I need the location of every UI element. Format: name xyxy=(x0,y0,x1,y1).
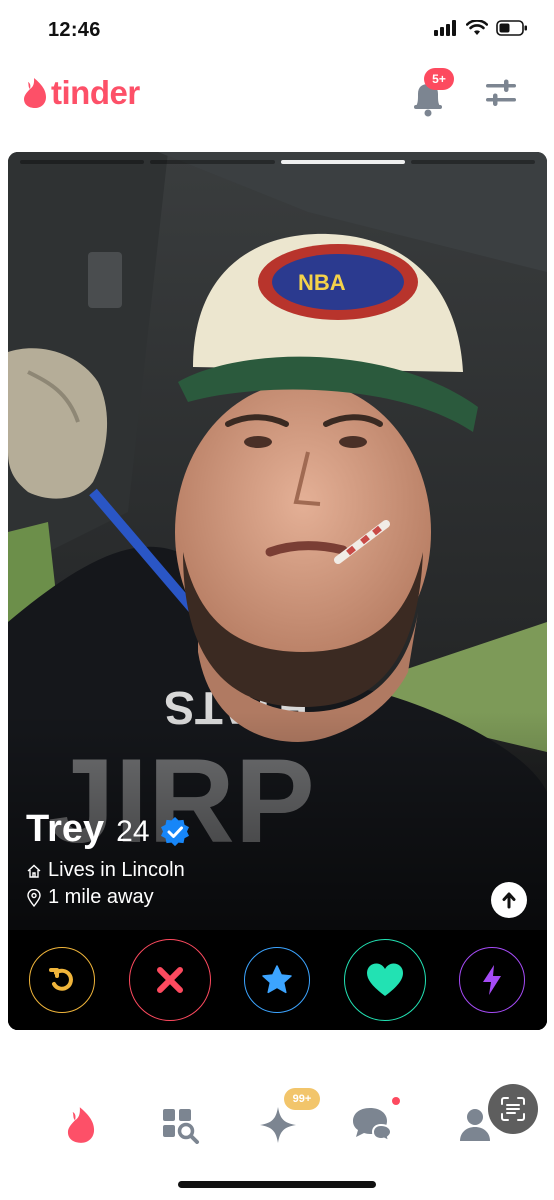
arrow-up-icon xyxy=(502,892,516,909)
app-header: tinder 5+ xyxy=(0,62,554,142)
profile-card[interactable]: ETATS JIRP NBA Trey 24 xyxy=(8,152,547,1030)
verified-badge-icon xyxy=(160,816,189,846)
photo-progress-segment xyxy=(150,160,275,164)
notification-badge: 5+ xyxy=(424,68,454,90)
photo-progress-segment xyxy=(410,160,535,164)
photo-progress xyxy=(20,160,535,164)
tab-home[interactable] xyxy=(56,1100,106,1150)
profile-name: Trey xyxy=(26,808,105,850)
distance-row: 1 mile away xyxy=(26,886,526,909)
nope-button[interactable] xyxy=(129,939,211,1021)
explore-grid-icon xyxy=(163,1109,199,1144)
scan-text-button[interactable] xyxy=(488,1084,538,1134)
flame-icon xyxy=(67,1107,95,1143)
battery-icon xyxy=(496,20,527,36)
lives-in-row: Lives in Lincoln xyxy=(26,859,526,882)
home-indicator xyxy=(178,1181,376,1188)
name-row: Trey 24 xyxy=(26,808,526,851)
like-button[interactable] xyxy=(344,939,426,1021)
svg-text:NBA: NBA xyxy=(298,270,346,295)
house-icon xyxy=(26,863,42,879)
profile-icon xyxy=(460,1109,490,1141)
signal-icon xyxy=(434,20,456,36)
boost-button[interactable] xyxy=(459,947,525,1013)
wifi-icon xyxy=(466,20,488,35)
photo-progress-segment xyxy=(20,160,145,164)
action-bar xyxy=(8,930,547,1030)
status-bar: 12:46 xyxy=(0,0,554,62)
photo-progress-segment-active xyxy=(280,160,405,164)
filter-icon xyxy=(486,79,516,106)
star-icon xyxy=(262,965,292,994)
flame-icon xyxy=(24,78,46,108)
tab-messages[interactable] xyxy=(349,1100,399,1150)
open-profile-button[interactable] xyxy=(491,882,527,918)
lightning-icon xyxy=(483,965,501,995)
super-like-button[interactable] xyxy=(244,947,310,1013)
notifications-button[interactable]: 5+ xyxy=(410,68,454,118)
chat-bubbles-icon xyxy=(353,1108,393,1143)
lives-in-text: Lives in Lincoln xyxy=(48,859,185,881)
status-time: 12:46 xyxy=(48,19,101,41)
profile-age: 24 xyxy=(116,814,150,848)
filter-button[interactable] xyxy=(484,78,518,108)
profile-info: Trey 24 Lives in Lincoln 1 mile away xyxy=(26,808,526,909)
bottom-nav: 99+ xyxy=(0,1080,554,1170)
rewind-button[interactable] xyxy=(29,947,95,1013)
logo-text: tinder xyxy=(51,74,140,111)
heart-icon xyxy=(367,963,403,996)
scan-text-icon xyxy=(501,1097,525,1121)
gold-count-badge: 99+ xyxy=(284,1088,320,1110)
location-pin-icon xyxy=(26,888,42,907)
unread-dot xyxy=(392,1097,400,1105)
distance-text: 1 mile away xyxy=(48,886,154,908)
status-icons xyxy=(434,20,528,36)
rewind-icon xyxy=(49,968,73,991)
close-icon xyxy=(157,967,183,993)
tab-explore[interactable] xyxy=(155,1100,205,1150)
tinder-logo: tinder xyxy=(22,74,140,112)
